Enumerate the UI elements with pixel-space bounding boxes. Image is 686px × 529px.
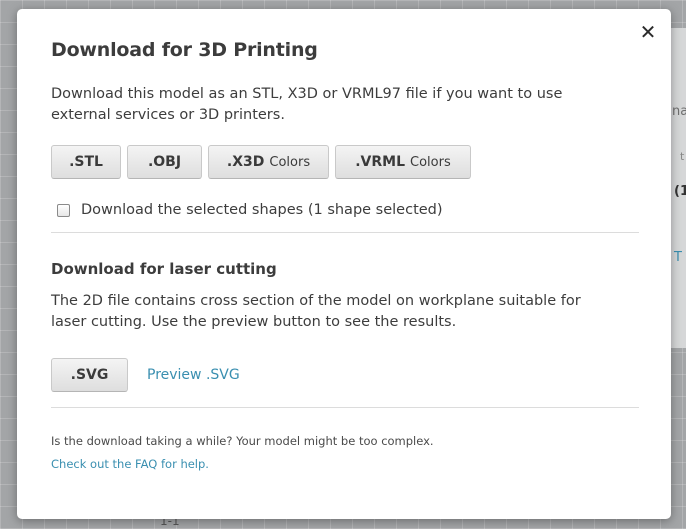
selected-shapes-checkbox[interactable] bbox=[57, 203, 70, 217]
x3d-colors-download-button[interactable]: .X3D Colors bbox=[208, 145, 329, 179]
background-text-fragment: t bbox=[680, 150, 685, 163]
download-slow-notice: Is the download taking a while? Your mod… bbox=[51, 434, 434, 448]
laser-cutting-description: The 2D file contains cross section of th… bbox=[51, 293, 581, 330]
stl-button-label: .STL bbox=[69, 154, 103, 170]
obj-download-button[interactable]: .OBJ bbox=[127, 145, 202, 179]
background-text-fragment: na bbox=[672, 104, 686, 119]
selected-shapes-label[interactable]: Download the selected shapes (1 shape se… bbox=[81, 202, 443, 218]
format-button-row: .STL .OBJ .X3D Colors .VRML Colors bbox=[51, 145, 471, 179]
close-icon[interactable]: ✕ bbox=[637, 21, 659, 43]
x3d-button-label: .X3D bbox=[226, 154, 265, 170]
faq-help-link[interactable]: Check out the FAQ for help. bbox=[51, 457, 209, 471]
footer-divider bbox=[51, 407, 639, 408]
vrml-button-label: .VRML bbox=[355, 154, 406, 170]
svg-button-label: .SVG bbox=[70, 367, 109, 383]
section-divider bbox=[51, 232, 639, 233]
background-text-fragment: (1 bbox=[674, 184, 686, 199]
selected-shapes-option: Download the selected shapes (1 shape se… bbox=[57, 202, 443, 218]
vrml-colors-download-button[interactable]: .VRML Colors bbox=[335, 145, 471, 179]
svg-download-button[interactable]: .SVG bbox=[51, 358, 128, 392]
background-text-fragment: T bbox=[674, 250, 682, 265]
modal-title: Download for 3D Printing bbox=[51, 39, 318, 61]
download-modal: ✕ Download for 3D Printing Download this… bbox=[17, 9, 671, 519]
vrml-button-sublabel: Colors bbox=[410, 154, 451, 170]
obj-button-label: .OBJ bbox=[147, 154, 182, 170]
stl-download-button[interactable]: .STL bbox=[51, 145, 121, 179]
3d-printing-description: Download this model as an STL, X3D or VR… bbox=[51, 86, 563, 123]
preview-svg-link[interactable]: Preview .SVG bbox=[147, 367, 240, 383]
x3d-button-sublabel: Colors bbox=[269, 154, 311, 170]
svg-button-row: .SVG Preview .SVG bbox=[51, 358, 240, 392]
laser-cutting-title: Download for laser cutting bbox=[51, 260, 277, 278]
